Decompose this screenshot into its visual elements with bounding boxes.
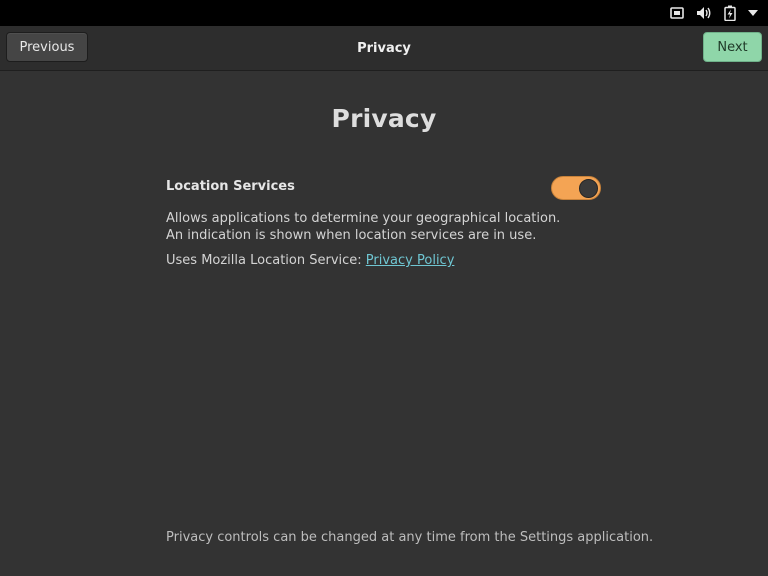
- system-top-bar: [0, 0, 768, 26]
- setup-window: Previous Privacy Next Privacy Location S…: [0, 26, 768, 576]
- volume-icon[interactable]: [696, 0, 712, 26]
- privacy-policy-link[interactable]: Privacy Policy: [366, 253, 455, 268]
- location-source-prefix: Uses Mozilla Location Service:: [166, 253, 366, 268]
- location-services-section: Location Services Allows applications to…: [166, 176, 602, 269]
- next-button[interactable]: Next: [703, 32, 762, 62]
- location-services-description: Allows applications to determine your ge…: [166, 211, 561, 243]
- battery-charging-icon[interactable]: [724, 0, 736, 26]
- menu-arrow-icon[interactable]: [748, 0, 758, 26]
- header-bar: Previous Privacy Next: [0, 26, 768, 71]
- header-title: Privacy: [357, 40, 411, 56]
- toggle-knob: [579, 179, 598, 198]
- location-source-text: Uses Mozilla Location Service: Privacy P…: [166, 252, 602, 269]
- location-services-toggle[interactable]: [551, 176, 601, 200]
- system-tray: [670, 0, 758, 26]
- footer-note: Privacy controls can be changed at any t…: [166, 530, 654, 545]
- location-services-row: Location Services: [166, 176, 602, 202]
- page-title: Privacy: [331, 104, 437, 133]
- network-wired-icon[interactable]: [670, 0, 684, 26]
- location-services-label: Location Services: [166, 179, 295, 194]
